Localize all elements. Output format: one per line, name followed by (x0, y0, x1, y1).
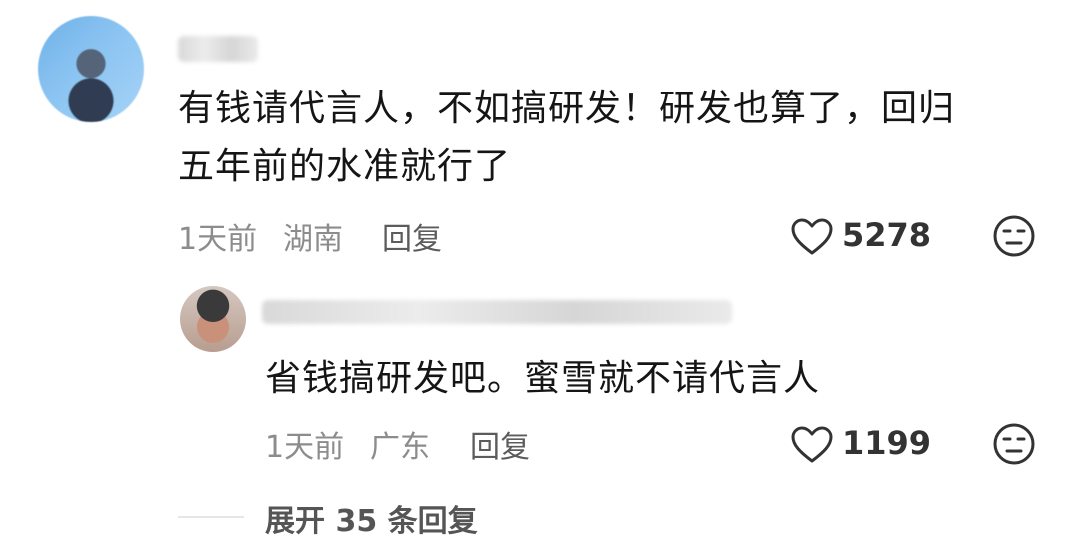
reply-like-button[interactable]: 1199 (790, 420, 940, 468)
expand-divider (178, 516, 244, 518)
commenter-avatar[interactable] (38, 16, 144, 122)
comment-text-line-1: 有钱请代言人，不如搞研发！研发也算了，回归 (178, 88, 956, 129)
heart-outline-icon (791, 218, 833, 255)
reply-like-count: 1199 (842, 424, 932, 462)
commenter-name-blurred[interactable] (178, 36, 258, 62)
reply-reply-button[interactable]: 回复 (470, 422, 530, 466)
neutral-face-icon[interactable] (992, 422, 1036, 466)
comment-location: 湖南 (283, 222, 343, 257)
replier-name-blurred[interactable] (262, 300, 732, 324)
expand-replies-button[interactable]: 展开 35 条回复 (265, 496, 478, 540)
reply-text: 省钱搞研发吧。蜜雪就不请代言人 (265, 358, 821, 399)
reply-location: 广东 (370, 430, 430, 465)
reply-time: 1天前 (265, 430, 345, 465)
comment-reply-button[interactable]: 回复 (382, 214, 442, 258)
comment-like-count: 5278 (842, 216, 932, 254)
heart-outline-icon (791, 426, 833, 463)
comment-like-button[interactable]: 5278 (790, 212, 940, 260)
replier-avatar[interactable] (180, 286, 246, 352)
comment-text-line-2: 五年前的水准就行了 (178, 146, 512, 187)
neutral-face-icon[interactable] (992, 214, 1036, 258)
comment-time: 1天前 (178, 222, 258, 257)
